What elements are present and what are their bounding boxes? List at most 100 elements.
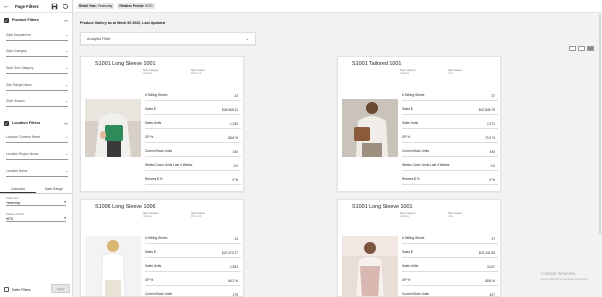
reset-icon[interactable] <box>62 3 69 10</box>
metric-value: 24 <box>234 237 238 241</box>
metric-label: Current Book Units <box>145 292 172 297</box>
metric-value: $47,845.79 <box>479 108 495 112</box>
filter-chip[interactable]: Retail Year: Yesterday <box>77 3 115 9</box>
location-filters-checkbox[interactable]: ✓ <box>4 120 9 126</box>
chip-value: WTD <box>145 4 153 8</box>
metric-value: 0 % <box>489 178 496 182</box>
style-season-meta: Style Season Winter 20 <box>191 212 205 218</box>
metric-label: Sales $ <box>145 250 156 255</box>
metrics-list: # Selling Stores 24 Sales $ $26,965.21 Sal… <box>145 87 241 185</box>
metric-label: # Selling Stores <box>402 236 425 241</box>
list-view-icon[interactable] <box>587 46 594 51</box>
style-category-meta: Style Category Updates <box>400 69 416 75</box>
product-title: S1006 Long Sleeve 1006 <box>95 204 156 210</box>
style-category-meta: Style Category Updates <box>143 69 159 75</box>
style-season-field[interactable]: Style Season ⌄ <box>6 98 68 107</box>
field-value: WTD <box>6 217 14 221</box>
grid-view-icon[interactable] <box>569 46 576 51</box>
chevron-up-icon[interactable]: ︿ <box>64 120 68 126</box>
panel-header: ← Page Filters <box>0 0 72 13</box>
metric-row: GP % 66.2 % <box>145 272 241 286</box>
chevron-down-icon: ⌄ <box>65 152 68 156</box>
product-card[interactable]: S1001 Tailored 1001 Style Category Update… <box>337 56 501 192</box>
product-card[interactable]: S1001 Long Sleeve 1001 Style Category Upd… <box>337 199 501 297</box>
defer-filters-checkbox[interactable] <box>4 287 9 292</box>
product-filters-header[interactable]: ✓ Product Filters ︿ <box>4 17 68 23</box>
style-sub-category-field[interactable]: Style Sub Category ⌄ <box>6 65 68 74</box>
location-name-field[interactable]: Location Name ⌄ <box>6 168 68 177</box>
metrics-list: # Selling Stores 24 Sales $ $47,472.27 Sal… <box>145 230 241 297</box>
metric-row: Returns $ % 0 % <box>145 171 241 185</box>
metric-label: Sales $ <box>145 107 156 112</box>
tile-view-icon[interactable] <box>578 46 585 51</box>
relative-period-select[interactable]: Relative Period WTD ▾ <box>6 213 66 222</box>
product-card[interactable]: S1001 Long Sleeve 1001 Style Category Upd… <box>80 56 244 192</box>
defer-filters-toggle[interactable]: Defer Filters <box>4 287 30 292</box>
chevron-down-icon: ⌄ <box>65 83 68 87</box>
product-image <box>85 99 141 157</box>
metric-label: GP % <box>402 135 411 140</box>
metric-label: Sales Units <box>402 264 419 269</box>
field-label: Size Range Name <box>6 83 32 87</box>
metric-row: GP % 70.2 % <box>402 129 498 143</box>
metric-row: # Selling Stores 27 <box>402 87 498 101</box>
metric-label: Current Book Units <box>402 292 429 297</box>
retail-year-select[interactable]: Retail Year Yesterday ▾ <box>6 197 66 206</box>
metric-label: # Selling Stores <box>145 236 168 241</box>
chevron-down-icon: ⌄ <box>65 33 68 37</box>
style-category-field[interactable]: Style Category ⌄ <box>6 48 68 57</box>
analysis-filter-label: Analysis Filter <box>87 36 111 41</box>
metric-row: Sales $ $26,965.21 <box>145 101 241 115</box>
analysis-filter[interactable]: Analysis Filter ⌄ <box>80 32 256 45</box>
location-filters-header[interactable]: ✓ Location Filters ︿ <box>4 120 68 126</box>
apply-button[interactable]: Apply <box>51 284 70 293</box>
metric-row: # Selling Stores 27 <box>402 230 498 244</box>
tab-calendar[interactable]: Calendar <box>0 186 36 193</box>
metric-row: # Selling Stores 24 <box>145 87 241 101</box>
metric-label: # Selling Stores <box>145 93 168 98</box>
metric-value: 68.8 % <box>485 279 495 283</box>
tab-date-range[interactable]: Date Range <box>36 186 72 193</box>
metric-label: Weeks Cover Units Last 4 Weeks <box>145 163 193 168</box>
location-channel-field[interactable]: Location Channel Name ⌄ <box>6 134 68 143</box>
meta-value: Core <box>448 72 454 75</box>
metric-row: Current Book Units 527 <box>402 286 498 297</box>
style-season-meta: Style Season Core <box>448 212 462 218</box>
metric-row: Sales $ $47,241.55 <box>402 244 498 258</box>
chevron-up-icon[interactable]: ︿ <box>64 17 68 23</box>
meta-value: Updates <box>400 72 409 75</box>
metric-value: 3,027 <box>487 265 495 269</box>
scrollbar[interactable] <box>599 14 601 234</box>
field-label: Location Name <box>6 169 28 173</box>
field-label: Style Sub Category <box>6 66 34 70</box>
field-label: Style Department <box>6 33 31 37</box>
save-icon[interactable] <box>51 3 58 10</box>
back-arrow-icon[interactable]: ← <box>3 3 10 10</box>
metric-label: Current Book Units <box>402 149 429 154</box>
applied-filters-bar: Retail Year: Yesterday Relative Period: … <box>74 0 602 13</box>
metric-row: Sales Units 2,271 <box>402 115 498 129</box>
metric-value: 0.0 <box>490 164 495 168</box>
metric-row: Sales $ $47,845.79 <box>402 101 498 115</box>
metrics-list: # Selling Stores 27 Sales $ $47,845.79 Sal… <box>402 87 498 185</box>
dropdown-arrow-icon: ▾ <box>64 200 66 204</box>
metric-row: # Selling Stores 24 <box>145 230 241 244</box>
location-region-field[interactable]: Location Region Name ⌄ <box>6 151 68 160</box>
metric-value: 27 <box>491 94 495 98</box>
style-department-field[interactable]: Style Department ⌄ <box>6 32 68 41</box>
metric-label: Returns $ % <box>402 177 420 182</box>
size-range-field[interactable]: Size Range Name ⌄ <box>6 82 68 91</box>
product-image <box>85 236 141 296</box>
chip-key: Retail Year: <box>79 4 97 8</box>
metric-label: GP % <box>402 278 411 283</box>
style-season-meta: Style Season Winter 20 <box>191 69 205 75</box>
product-filters-checkbox[interactable]: ✓ <box>4 17 9 23</box>
filter-chip[interactable]: Relative Period: WTD <box>117 3 155 9</box>
meta-value: Updates <box>400 215 409 218</box>
meta-value: Updates <box>143 72 152 75</box>
metric-row: Sales Units 1,551 <box>145 258 241 272</box>
metric-value: $47,472.27 <box>222 251 238 255</box>
metric-label: Sales $ <box>402 107 413 112</box>
metric-label: Sales Units <box>145 121 162 126</box>
product-card[interactable]: S1006 Long Sleeve 1006 Style Category Upd… <box>80 199 244 297</box>
